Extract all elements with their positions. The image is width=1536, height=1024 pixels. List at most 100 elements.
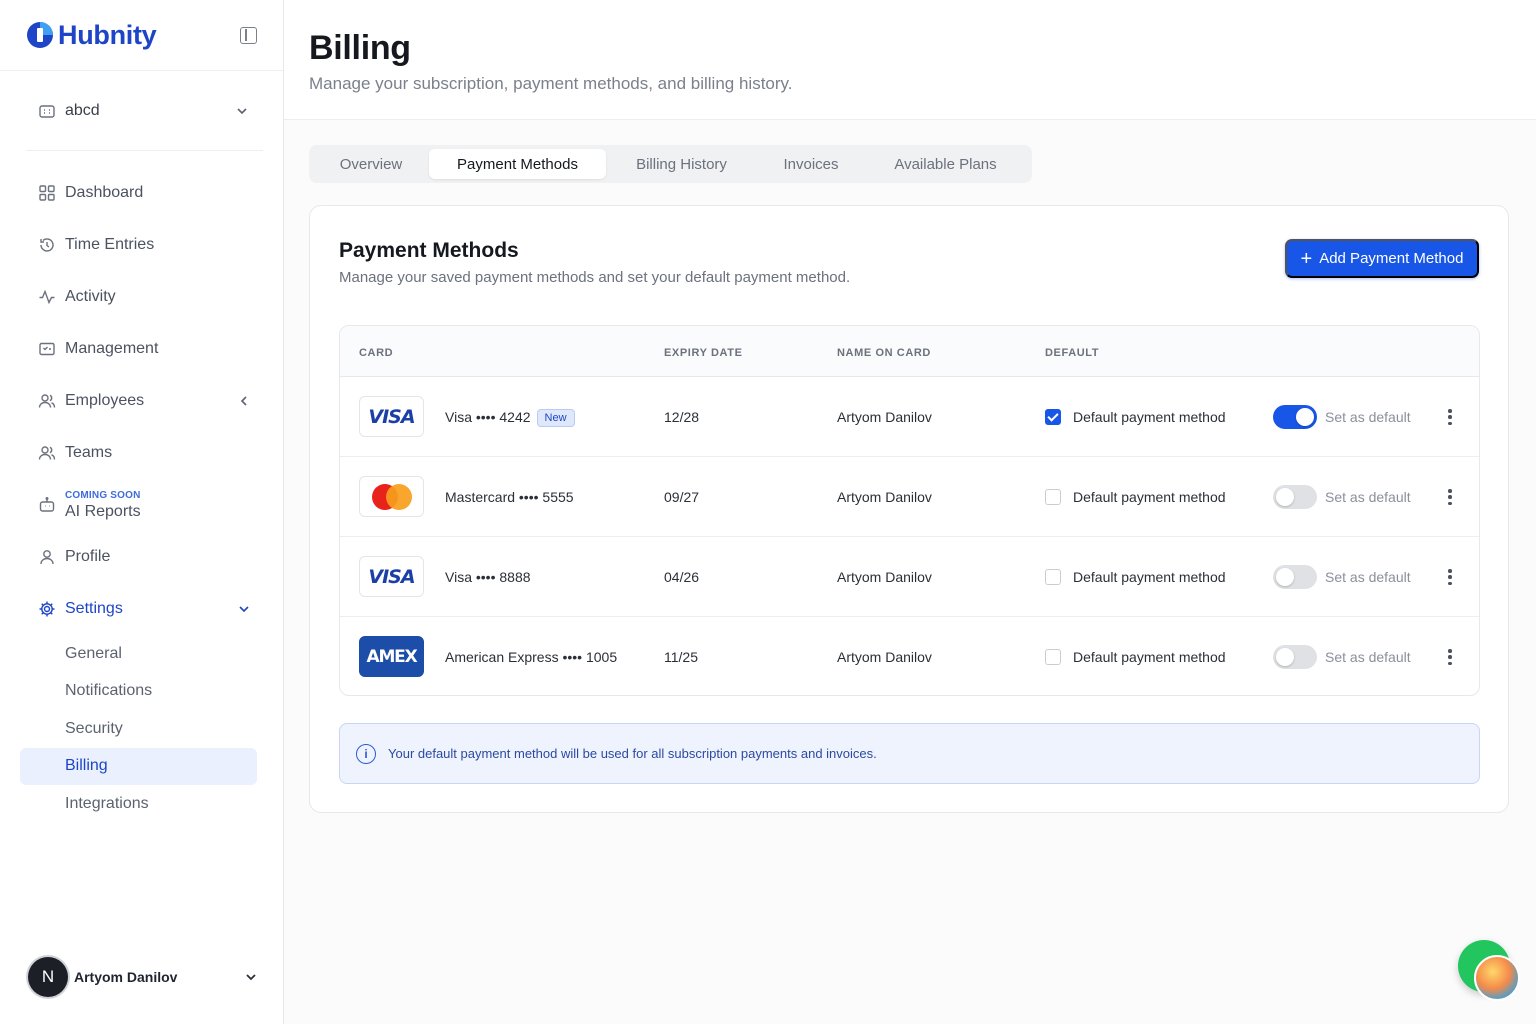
sidebar-item-settings[interactable]: Settings <box>0 583 283 635</box>
default-checkbox[interactable] <box>1045 409 1061 425</box>
set-default-label: Set as default <box>1325 569 1411 585</box>
sidebar-subitem-security[interactable]: Security <box>20 710 257 748</box>
sidebar-item-profile[interactable]: Profile <box>0 531 283 583</box>
chevron-left-icon <box>235 392 253 410</box>
sidebar-subitem-integrations[interactable]: Integrations <box>20 785 257 823</box>
card-label: American Express •••• 1005 <box>445 649 618 665</box>
default-checkbox-label: Default payment method <box>1073 569 1226 585</box>
sidebar-item-label: Management <box>65 340 159 357</box>
sidebar-item-label: Employees <box>65 392 145 409</box>
more-options-icon[interactable] <box>1442 567 1458 587</box>
activity-icon <box>38 288 56 306</box>
name-on-card: Artyom Danilov <box>837 409 932 425</box>
amex-logo: AMEX <box>359 636 424 677</box>
column-header-default: DEFAULT <box>1045 347 1100 359</box>
sidebar-collapse-icon[interactable] <box>240 27 257 44</box>
visa-logo: VISA <box>359 396 424 437</box>
sidebar-item-activity[interactable]: Activity <box>0 271 283 323</box>
expiry-date: 12/28 <box>664 409 700 425</box>
gear-icon <box>38 600 56 618</box>
card-label: Visa •••• 4242 New <box>445 409 575 427</box>
tab-available-plans[interactable]: Available Plans <box>865 149 1026 179</box>
add-payment-method-button[interactable]: + Add Payment Method <box>1285 239 1479 278</box>
sidebar-subitem-billing[interactable]: Billing <box>20 747 257 785</box>
default-checkbox-label: Default payment method <box>1073 649 1226 665</box>
sidebar-item-label: Teams <box>65 444 113 461</box>
tab-overview[interactable]: Overview <box>313 149 429 179</box>
sidebar-subitem-general[interactable]: General <box>20 635 257 673</box>
users-icon <box>38 444 56 462</box>
payment-methods-card: Payment Methods Manage your saved paymen… <box>309 205 1509 813</box>
sidebar-item-time-entries[interactable]: Time Entries <box>0 219 283 271</box>
sidebar-item-label: Activity <box>65 288 116 305</box>
more-options-icon[interactable] <box>1442 487 1458 507</box>
default-checkbox[interactable] <box>1045 569 1061 585</box>
user-menu[interactable]: N Artyom Danilov <box>28 956 264 998</box>
table-header: CARD EXPIRY DATE NAME ON CARD DEFAULT <box>340 326 1479 377</box>
main-content: Billing Manage your subscription, paymen… <box>284 0 1536 1024</box>
grid-icon <box>38 184 56 202</box>
table-row: AMEX American Express •••• 1005 11/25 Ar… <box>340 617 1479 695</box>
sidebar-item-teams[interactable]: Teams <box>0 427 283 479</box>
building-icon <box>38 102 56 120</box>
mastercard-logo <box>359 476 424 517</box>
default-checkbox[interactable] <box>1045 649 1061 665</box>
chevron-down-icon <box>235 600 253 618</box>
folder-icon <box>38 340 56 358</box>
users-icon <box>38 392 56 410</box>
set-default-toggle[interactable] <box>1273 485 1317 509</box>
more-options-icon[interactable] <box>1442 407 1458 427</box>
tab-payment-methods[interactable]: Payment Methods <box>429 149 606 179</box>
chevron-down-icon <box>233 102 251 120</box>
name-on-card: Artyom Danilov <box>837 489 932 505</box>
set-default-label: Set as default <box>1325 489 1411 505</box>
set-default-toggle[interactable] <box>1273 645 1317 669</box>
sidebar-item-label: AI Reports <box>65 502 141 520</box>
sidebar-item-label: Settings <box>65 600 123 617</box>
name-on-card: Artyom Danilov <box>837 649 932 665</box>
sidebar-item-ai-reports[interactable]: COMING SOON AI Reports <box>0 479 283 531</box>
payment-methods-table: CARD EXPIRY DATE NAME ON CARD DEFAULT VI… <box>339 325 1480 696</box>
sidebar-item-label: Dashboard <box>65 184 144 201</box>
default-checkbox-label: Default payment method <box>1073 489 1226 505</box>
page-subtitle: Manage your subscription, payment method… <box>309 74 793 93</box>
tab-billing-history[interactable]: Billing History <box>606 149 757 179</box>
sidebar-subitem-notifications[interactable]: Notifications <box>20 673 257 711</box>
logo-row: Hubnity <box>0 0 283 71</box>
new-badge: New <box>536 409 575 427</box>
page-header: Billing Manage your subscription, paymen… <box>284 0 1536 120</box>
table-row: VISA Visa •••• 8888 04/26 Artyom Danilov… <box>340 537 1479 617</box>
billing-tabs: Overview Payment Methods Billing History… <box>309 145 1032 183</box>
set-default-toggle[interactable] <box>1273 405 1317 429</box>
sidebar: Hubnity abcd Dashboard Time Entries Acti… <box>0 0 284 1024</box>
chevron-down-icon <box>242 968 260 986</box>
info-text: Your default payment method will be used… <box>388 746 877 761</box>
brand-name: Hubnity <box>58 19 157 50</box>
default-checkbox-label: Default payment method <box>1073 409 1226 425</box>
column-header-name: NAME ON CARD <box>837 347 931 359</box>
sidebar-item-management[interactable]: Management <box>0 323 283 375</box>
org-switcher[interactable]: abcd <box>26 71 263 151</box>
section-title: Payment Methods <box>339 239 519 262</box>
hubnity-logo-icon <box>27 22 53 48</box>
section-subtitle: Manage your saved payment methods and se… <box>339 269 851 286</box>
tab-invoices[interactable]: Invoices <box>757 149 865 179</box>
bot-icon <box>38 496 56 514</box>
sidebar-item-label: Time Entries <box>65 236 155 253</box>
table-row: Mastercard •••• 5555 09/27 Artyom Danilo… <box>340 457 1479 537</box>
info-banner: i Your default payment method will be us… <box>339 723 1480 784</box>
set-default-toggle[interactable] <box>1273 565 1317 589</box>
user-icon <box>38 548 56 566</box>
sidebar-item-dashboard[interactable]: Dashboard <box>0 167 283 219</box>
column-header-expiry: EXPIRY DATE <box>664 347 743 359</box>
support-avatar-icon[interactable] <box>1474 955 1520 1001</box>
default-checkbox[interactable] <box>1045 489 1061 505</box>
sidebar-item-employees[interactable]: Employees <box>0 375 283 427</box>
history-icon <box>38 236 56 254</box>
expiry-date: 11/25 <box>664 649 698 665</box>
set-default-label: Set as default <box>1325 409 1411 425</box>
page-title: Billing <box>309 29 411 67</box>
column-header-card: CARD <box>359 347 394 359</box>
name-on-card: Artyom Danilov <box>837 569 932 585</box>
more-options-icon[interactable] <box>1442 647 1458 667</box>
